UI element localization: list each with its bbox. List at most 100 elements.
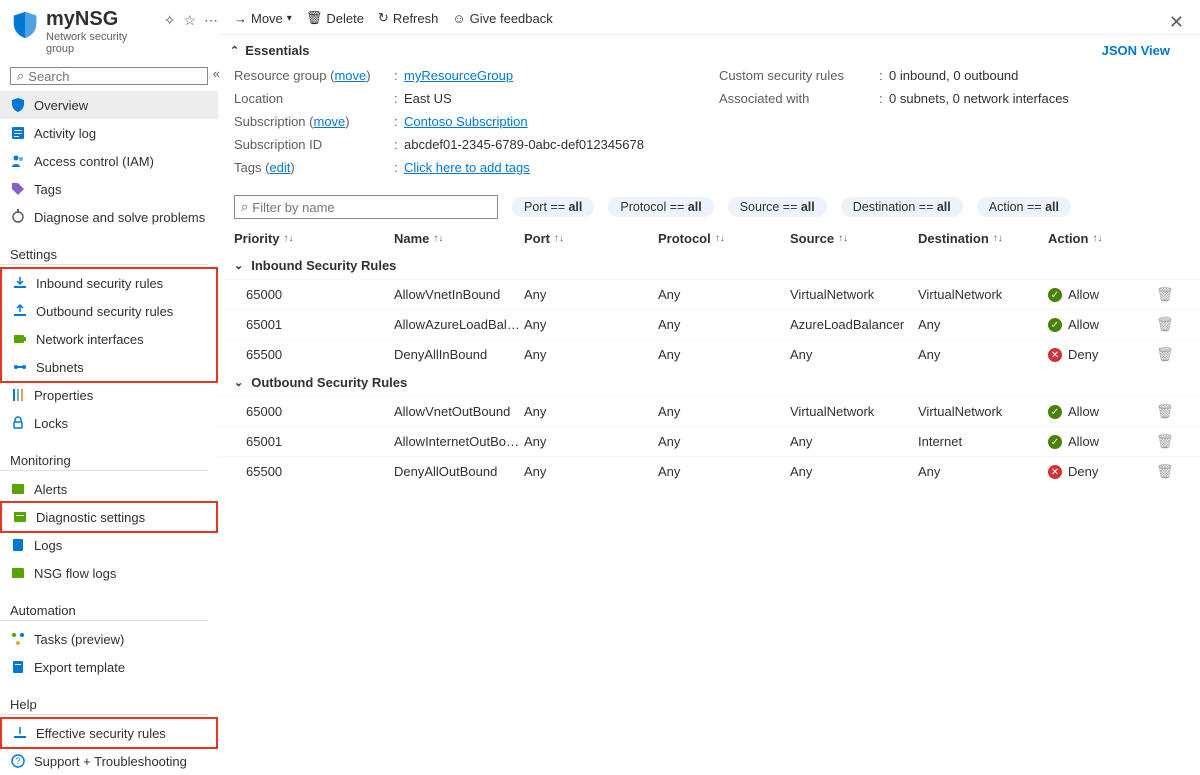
allow-icon: ✓	[1048, 405, 1062, 419]
col-protocol[interactable]: Protocol↑↓	[658, 231, 790, 246]
sidebar-item-label: Overview	[34, 98, 88, 113]
sidebar-item-subnets[interactable]: Subnets	[2, 353, 216, 381]
sidebar-item-tags[interactable]: Tags	[0, 175, 218, 203]
refresh-button[interactable]: ↻Refresh	[378, 10, 438, 26]
move-link[interactable]: edit	[269, 160, 290, 175]
essentials-value[interactable]: Click here to add tags	[404, 160, 530, 175]
svg-text:?: ?	[15, 756, 20, 766]
delete-button[interactable]: 🗑Delete	[306, 10, 364, 26]
sidebar-item-diag[interactable]: Diagnostic settings	[2, 503, 216, 531]
col-name[interactable]: Name↑↓	[394, 231, 524, 246]
move-link[interactable]: move	[313, 114, 345, 129]
col-destination[interactable]: Destination↑↓	[918, 231, 1048, 246]
filter-icon: ⌕	[241, 199, 248, 215]
sidebar-item-label: Tags	[34, 182, 61, 197]
chevron-down-icon: ⌄	[234, 259, 243, 272]
col-priority[interactable]: Priority↑↓	[234, 231, 394, 246]
table-row[interactable]: 65000AllowVnetInBoundAnyAnyVirtualNetwor…	[218, 279, 1200, 309]
star-icon[interactable]: ☆	[183, 12, 196, 29]
table-header: Priority↑↓ Name↑↓ Port↑↓ Protocol↑↓ Sour…	[218, 225, 1200, 252]
trash-icon[interactable]: 🗑	[1156, 286, 1174, 302]
search-icon: ⌕	[17, 68, 24, 84]
sidebar-item-label: Support + Troubleshooting	[34, 754, 187, 769]
col-action[interactable]: Action↑↓	[1048, 231, 1156, 246]
table-row[interactable]: 65500DenyAllInBoundAnyAnyAnyAny✕Deny🗑	[218, 339, 1200, 369]
sidebar-item-label: Effective security rules	[36, 726, 166, 741]
sidebar-item-label: Properties	[34, 388, 93, 403]
sidebar-item-logs[interactable]: Logs	[0, 531, 218, 559]
locks-icon	[10, 415, 26, 431]
sidebar-item-label: Locks	[34, 416, 68, 431]
support-icon: ?	[10, 753, 26, 769]
nic-icon	[12, 331, 28, 347]
trash-icon[interactable]: 🗑	[1156, 346, 1174, 362]
trash-icon[interactable]: 🗑	[1156, 403, 1174, 419]
section-help: Help	[0, 681, 208, 715]
move-link[interactable]: move	[334, 68, 366, 83]
sidebar-item-flow[interactable]: NSG flow logs	[0, 559, 218, 587]
feedback-button[interactable]: ☺Give feedback	[452, 11, 552, 26]
sidebar-item-activity[interactable]: Activity log	[0, 119, 218, 147]
sidebar-item-locks[interactable]: Locks	[0, 409, 218, 437]
allow-icon: ✓	[1048, 318, 1062, 332]
filter-bar: ⌕ Port == all Protocol == all Source == al…	[218, 189, 1200, 225]
table-row[interactable]: 65000AllowVnetOutBoundAnyAnyVirtualNetwo…	[218, 396, 1200, 426]
sidebar-item-support[interactable]: ? Support + Troubleshooting	[0, 747, 218, 775]
collapse-sidebar-icon[interactable]: «	[213, 66, 220, 81]
close-icon[interactable]: ✕	[1169, 12, 1184, 33]
filter-pill-source[interactable]: Source == all	[728, 197, 827, 217]
chevron-down-icon: ⌄	[234, 376, 243, 389]
shield-icon	[10, 10, 40, 40]
rule-group-header[interactable]: ⌄Inbound Security Rules	[218, 252, 1200, 279]
filter-input[interactable]: ⌕	[234, 195, 498, 219]
table-row[interactable]: 65500DenyAllOutBoundAnyAnyAnyAny✕Deny🗑	[218, 456, 1200, 486]
sidebar-item-tasks[interactable]: Tasks (preview)	[0, 625, 218, 653]
sidebar-item-inbound[interactable]: Inbound security rules	[2, 269, 216, 297]
filter-pill-port[interactable]: Port == all	[512, 197, 594, 217]
sidebar-item-export[interactable]: Export template	[0, 653, 218, 681]
pin-icon[interactable]: ✧	[164, 12, 176, 29]
sidebar-item-overview[interactable]: Overview	[0, 91, 218, 119]
sidebar-item-label: Export template	[34, 660, 125, 675]
move-button[interactable]: →Move▾	[234, 11, 292, 26]
outbound-icon	[12, 303, 28, 319]
sidebar-item-effective[interactable]: Effective security rules	[2, 719, 216, 747]
essentials-value[interactable]: myResourceGroup	[404, 68, 513, 83]
chevron-down-icon: ▾	[287, 13, 292, 24]
col-source[interactable]: Source↑↓	[790, 231, 918, 246]
table-row[interactable]: 65001AllowInternetOutBoundAnyAnyAnyInter…	[218, 426, 1200, 456]
search-input[interactable]	[28, 69, 204, 84]
sidebar-item-nic[interactable]: Network interfaces	[2, 325, 216, 353]
filter-pill-protocol[interactable]: Protocol == all	[608, 197, 713, 217]
tags-icon	[10, 181, 26, 197]
section-monitoring: Monitoring	[0, 437, 208, 471]
trash-icon[interactable]: 🗑	[1156, 433, 1174, 449]
resource-header: myNSG Network security group ✧ ☆ ⋯	[0, 0, 218, 63]
deny-icon: ✕	[1048, 348, 1062, 362]
trash-icon[interactable]: 🗑	[1156, 316, 1174, 332]
sidebar-search[interactable]: ⌕	[10, 67, 208, 85]
sidebar-item-outbound[interactable]: Outbound security rules	[2, 297, 216, 325]
resource-type-label: Network security group	[46, 31, 156, 55]
filter-pill-action[interactable]: Action == all	[977, 197, 1071, 217]
sidebar-item-label: NSG flow logs	[34, 566, 116, 581]
more-icon[interactable]: ⋯	[204, 12, 218, 29]
sidebar-item-properties[interactable]: Properties	[0, 381, 218, 409]
alerts-icon	[10, 481, 26, 497]
sidebar-item-label: Outbound security rules	[36, 304, 173, 319]
allow-icon: ✓	[1048, 288, 1062, 302]
trash-icon[interactable]: 🗑	[1156, 463, 1174, 479]
sidebar-item-alerts[interactable]: Alerts	[0, 475, 218, 503]
filter-pill-destination[interactable]: Destination == all	[841, 197, 963, 217]
section-automation: Automation	[0, 587, 208, 621]
sidebar-item-iam[interactable]: Access control (IAM)	[0, 147, 218, 175]
export-icon	[10, 659, 26, 675]
sidebar-item-diagnose[interactable]: Diagnose and solve problems	[0, 203, 218, 231]
table-row[interactable]: 65001AllowAzureLoadBalanc…AnyAnyAzureLoa…	[218, 309, 1200, 339]
essentials-header[interactable]: ⌃ Essentials JSON View	[218, 35, 1200, 64]
essentials-value[interactable]: Contoso Subscription	[404, 114, 528, 129]
rule-group-header[interactable]: ⌄Outbound Security Rules	[218, 369, 1200, 396]
col-port[interactable]: Port↑↓	[524, 231, 658, 246]
json-view-link[interactable]: JSON View	[1102, 43, 1170, 58]
page-title: myNSG	[46, 8, 156, 31]
